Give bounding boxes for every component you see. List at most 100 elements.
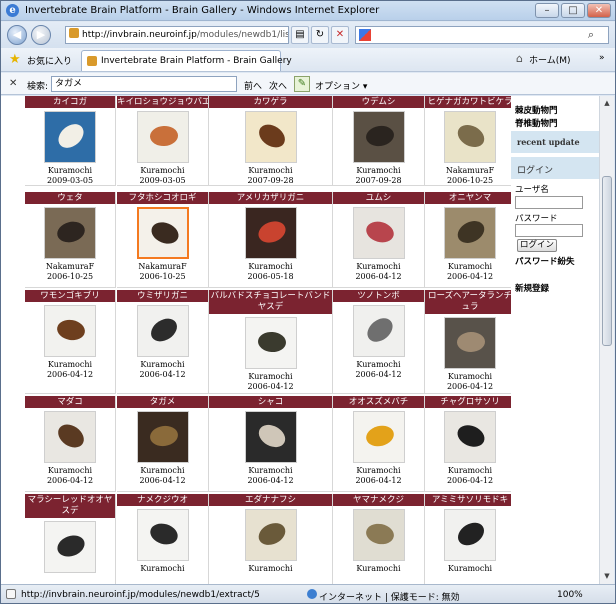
- gallery-item-title[interactable]: フタホシコオロギ: [117, 192, 208, 204]
- gallery-item-title[interactable]: オオスズメバチ: [333, 396, 424, 408]
- gallery-item-title[interactable]: ツノトンボ: [333, 290, 424, 302]
- gallery-item[interactable]: ツノトンボ Kuramochi 2006-04-12: [333, 290, 425, 394]
- gallery-item-title[interactable]: マラシーレッドオオヤスデ: [25, 494, 115, 518]
- gallery-item[interactable]: シャコ Kuramochi 2006-04-12: [209, 396, 333, 492]
- gallery-item[interactable]: ウミザリガニ Kuramochi 2006-04-12: [117, 290, 209, 394]
- gallery-item[interactable]: ヤマナメクジ Kuramochi: [333, 494, 425, 584]
- sidebar-link-echinodermata[interactable]: 棘皮動物門: [515, 104, 558, 116]
- specimen-thumbnail[interactable]: [136, 207, 189, 259]
- gallery-item-title[interactable]: ウミザリガニ: [117, 290, 208, 302]
- gallery-item-title[interactable]: キイロショウジョウバエ: [117, 96, 208, 108]
- specimen-thumbnail[interactable]: [244, 207, 297, 259]
- specimen-thumbnail[interactable]: [136, 111, 189, 163]
- gallery-item-title[interactable]: バルバドスチョコレートバンドヤスデ: [209, 290, 332, 314]
- specimen-thumbnail[interactable]: [44, 411, 96, 463]
- gallery-item[interactable]: バルバドスチョコレートバンドヤスデ Kuramochi 2006-04-12: [209, 290, 333, 394]
- specimen-thumbnail[interactable]: [136, 305, 189, 357]
- home-icon[interactable]: ⌂: [516, 52, 523, 65]
- password-input[interactable]: [515, 224, 583, 237]
- gallery-item[interactable]: チャグロサソリ Kuramochi 2006-04-12: [425, 396, 516, 492]
- gallery-item-title[interactable]: カイコガ: [25, 96, 115, 108]
- scroll-up-icon[interactable]: ▲: [600, 96, 614, 110]
- specimen-thumbnail[interactable]: [44, 305, 96, 357]
- gallery-item[interactable]: ローズヘアータランチュラ Kuramochi 2006-04-12: [425, 290, 516, 394]
- gallery-item[interactable]: ワモンゴキブリ Kuramochi 2006-04-12: [25, 290, 116, 394]
- favorites-button[interactable]: お気に入り: [27, 54, 72, 67]
- gallery-item[interactable]: ヒゲナガカワトビケラ NakamuraF 2006-10-25: [425, 96, 516, 186]
- username-input[interactable]: [515, 196, 583, 209]
- highlight-icon[interactable]: ✎: [294, 76, 310, 92]
- specimen-thumbnail[interactable]: [44, 521, 96, 573]
- specimen-thumbnail[interactable]: [444, 111, 496, 163]
- gallery-item-title[interactable]: アメリカザリガニ: [209, 192, 332, 204]
- gallery-item[interactable]: オニヤンマ Kuramochi 2006-04-12: [425, 192, 516, 288]
- gallery-item-title[interactable]: ヒゲナガカワトビケラ: [425, 96, 515, 108]
- gallery-item[interactable]: カワゲラ Kuramochi 2007-09-28: [209, 96, 333, 186]
- find-previous-button[interactable]: 前へ: [244, 79, 262, 92]
- gallery-item-title[interactable]: シャコ: [209, 396, 332, 408]
- gallery-item-title[interactable]: ナメクジウオ: [117, 494, 208, 506]
- gallery-item-title[interactable]: カワゲラ: [209, 96, 332, 108]
- lost-password-link[interactable]: パスワード紛失: [515, 255, 575, 267]
- vertical-scrollbar[interactable]: ▲ ▼: [599, 96, 614, 584]
- home-button[interactable]: ホーム(M): [529, 53, 571, 66]
- specimen-thumbnail[interactable]: [244, 411, 297, 463]
- close-find-icon[interactable]: ✕: [9, 78, 17, 89]
- specimen-thumbnail[interactable]: [352, 305, 405, 357]
- specimen-thumbnail[interactable]: [444, 317, 496, 369]
- specimen-thumbnail[interactable]: [444, 411, 496, 463]
- specimen-thumbnail[interactable]: [352, 111, 405, 163]
- forward-button[interactable]: ▶: [31, 25, 51, 45]
- search-icon[interactable]: ⌕: [588, 28, 594, 42]
- gallery-item[interactable]: マダコ Kuramochi 2006-04-12: [25, 396, 116, 492]
- gallery-item-title[interactable]: ウェタ: [25, 192, 115, 204]
- login-button[interactable]: ログイン: [517, 239, 557, 252]
- gallery-item-title[interactable]: チャグロサソリ: [425, 396, 515, 408]
- gallery-item[interactable]: ユムシ Kuramochi 2006-04-12: [333, 192, 425, 288]
- specimen-thumbnail[interactable]: [136, 509, 189, 561]
- specimen-thumbnail[interactable]: [136, 411, 189, 463]
- specimen-thumbnail[interactable]: [352, 411, 405, 463]
- gallery-item[interactable]: マラシーレッドオオヤスデ: [25, 494, 116, 584]
- tab-brain-gallery[interactable]: Invertebrate Brain Platform - Brain Gall…: [81, 50, 292, 71]
- sidebar-link-chordata[interactable]: 脊椎動物門: [515, 117, 558, 129]
- specimen-thumbnail[interactable]: [244, 317, 297, 369]
- minimize-button[interactable]: –: [535, 3, 559, 18]
- address-input[interactable]: http://invbrain.neuroinf.jp/modules/newd…: [65, 26, 289, 44]
- gallery-item-title[interactable]: ローズヘアータランチュラ: [425, 290, 515, 314]
- zoom-level[interactable]: 100%: [557, 590, 583, 600]
- gallery-item[interactable]: オオスズメバチ Kuramochi 2006-04-12: [333, 396, 425, 492]
- back-button[interactable]: ◀: [7, 25, 27, 45]
- gallery-item[interactable]: ウデムシ Kuramochi 2007-09-28: [333, 96, 425, 186]
- specimen-thumbnail[interactable]: [244, 111, 297, 163]
- gallery-item-title[interactable]: ヤマナメクジ: [333, 494, 424, 506]
- more-tools-chevron-icon[interactable]: »: [599, 53, 605, 63]
- compatibility-icon[interactable]: ▤: [291, 26, 309, 44]
- specimen-thumbnail[interactable]: [444, 207, 496, 259]
- find-input[interactable]: タガメ: [51, 76, 237, 92]
- gallery-item[interactable]: ウェタ NakamuraF 2006-10-25: [25, 192, 116, 288]
- refresh-icon[interactable]: ↻: [311, 26, 329, 44]
- gallery-item[interactable]: ナメクジウオ Kuramochi: [117, 494, 209, 584]
- gallery-item[interactable]: フタホシコオロギ NakamuraF 2006-10-25: [117, 192, 209, 288]
- gallery-item-title[interactable]: エダナナフシ: [209, 494, 332, 506]
- register-link[interactable]: 新規登録: [515, 282, 549, 294]
- specimen-thumbnail[interactable]: [352, 509, 405, 561]
- find-next-button[interactable]: 次へ: [269, 79, 287, 92]
- gallery-item[interactable]: アミミサソリモドキ Kuramochi: [425, 494, 516, 584]
- gallery-item[interactable]: カイコガ Kuramochi 2009-03-05: [25, 96, 116, 186]
- stop-icon[interactable]: ✕: [331, 26, 349, 44]
- specimen-thumbnail[interactable]: [352, 207, 405, 259]
- gallery-item[interactable]: キイロショウジョウバエ Kuramochi 2009-03-05: [117, 96, 209, 186]
- specimen-thumbnail[interactable]: [44, 207, 96, 259]
- gallery-item-title[interactable]: タガメ: [117, 396, 208, 408]
- maximize-button[interactable]: □: [561, 3, 585, 18]
- close-window-button[interactable]: ✕: [587, 3, 611, 18]
- gallery-item[interactable]: タガメ Kuramochi 2006-04-12: [117, 396, 209, 492]
- gallery-item-title[interactable]: ユムシ: [333, 192, 424, 204]
- specimen-thumbnail[interactable]: [244, 509, 297, 561]
- gallery-item[interactable]: アメリカザリガニ Kuramochi 2006-05-18: [209, 192, 333, 288]
- gallery-item-title[interactable]: ワモンゴキブリ: [25, 290, 115, 302]
- web-search-input[interactable]: ⌕: [355, 26, 609, 44]
- scroll-thumb[interactable]: [602, 176, 612, 346]
